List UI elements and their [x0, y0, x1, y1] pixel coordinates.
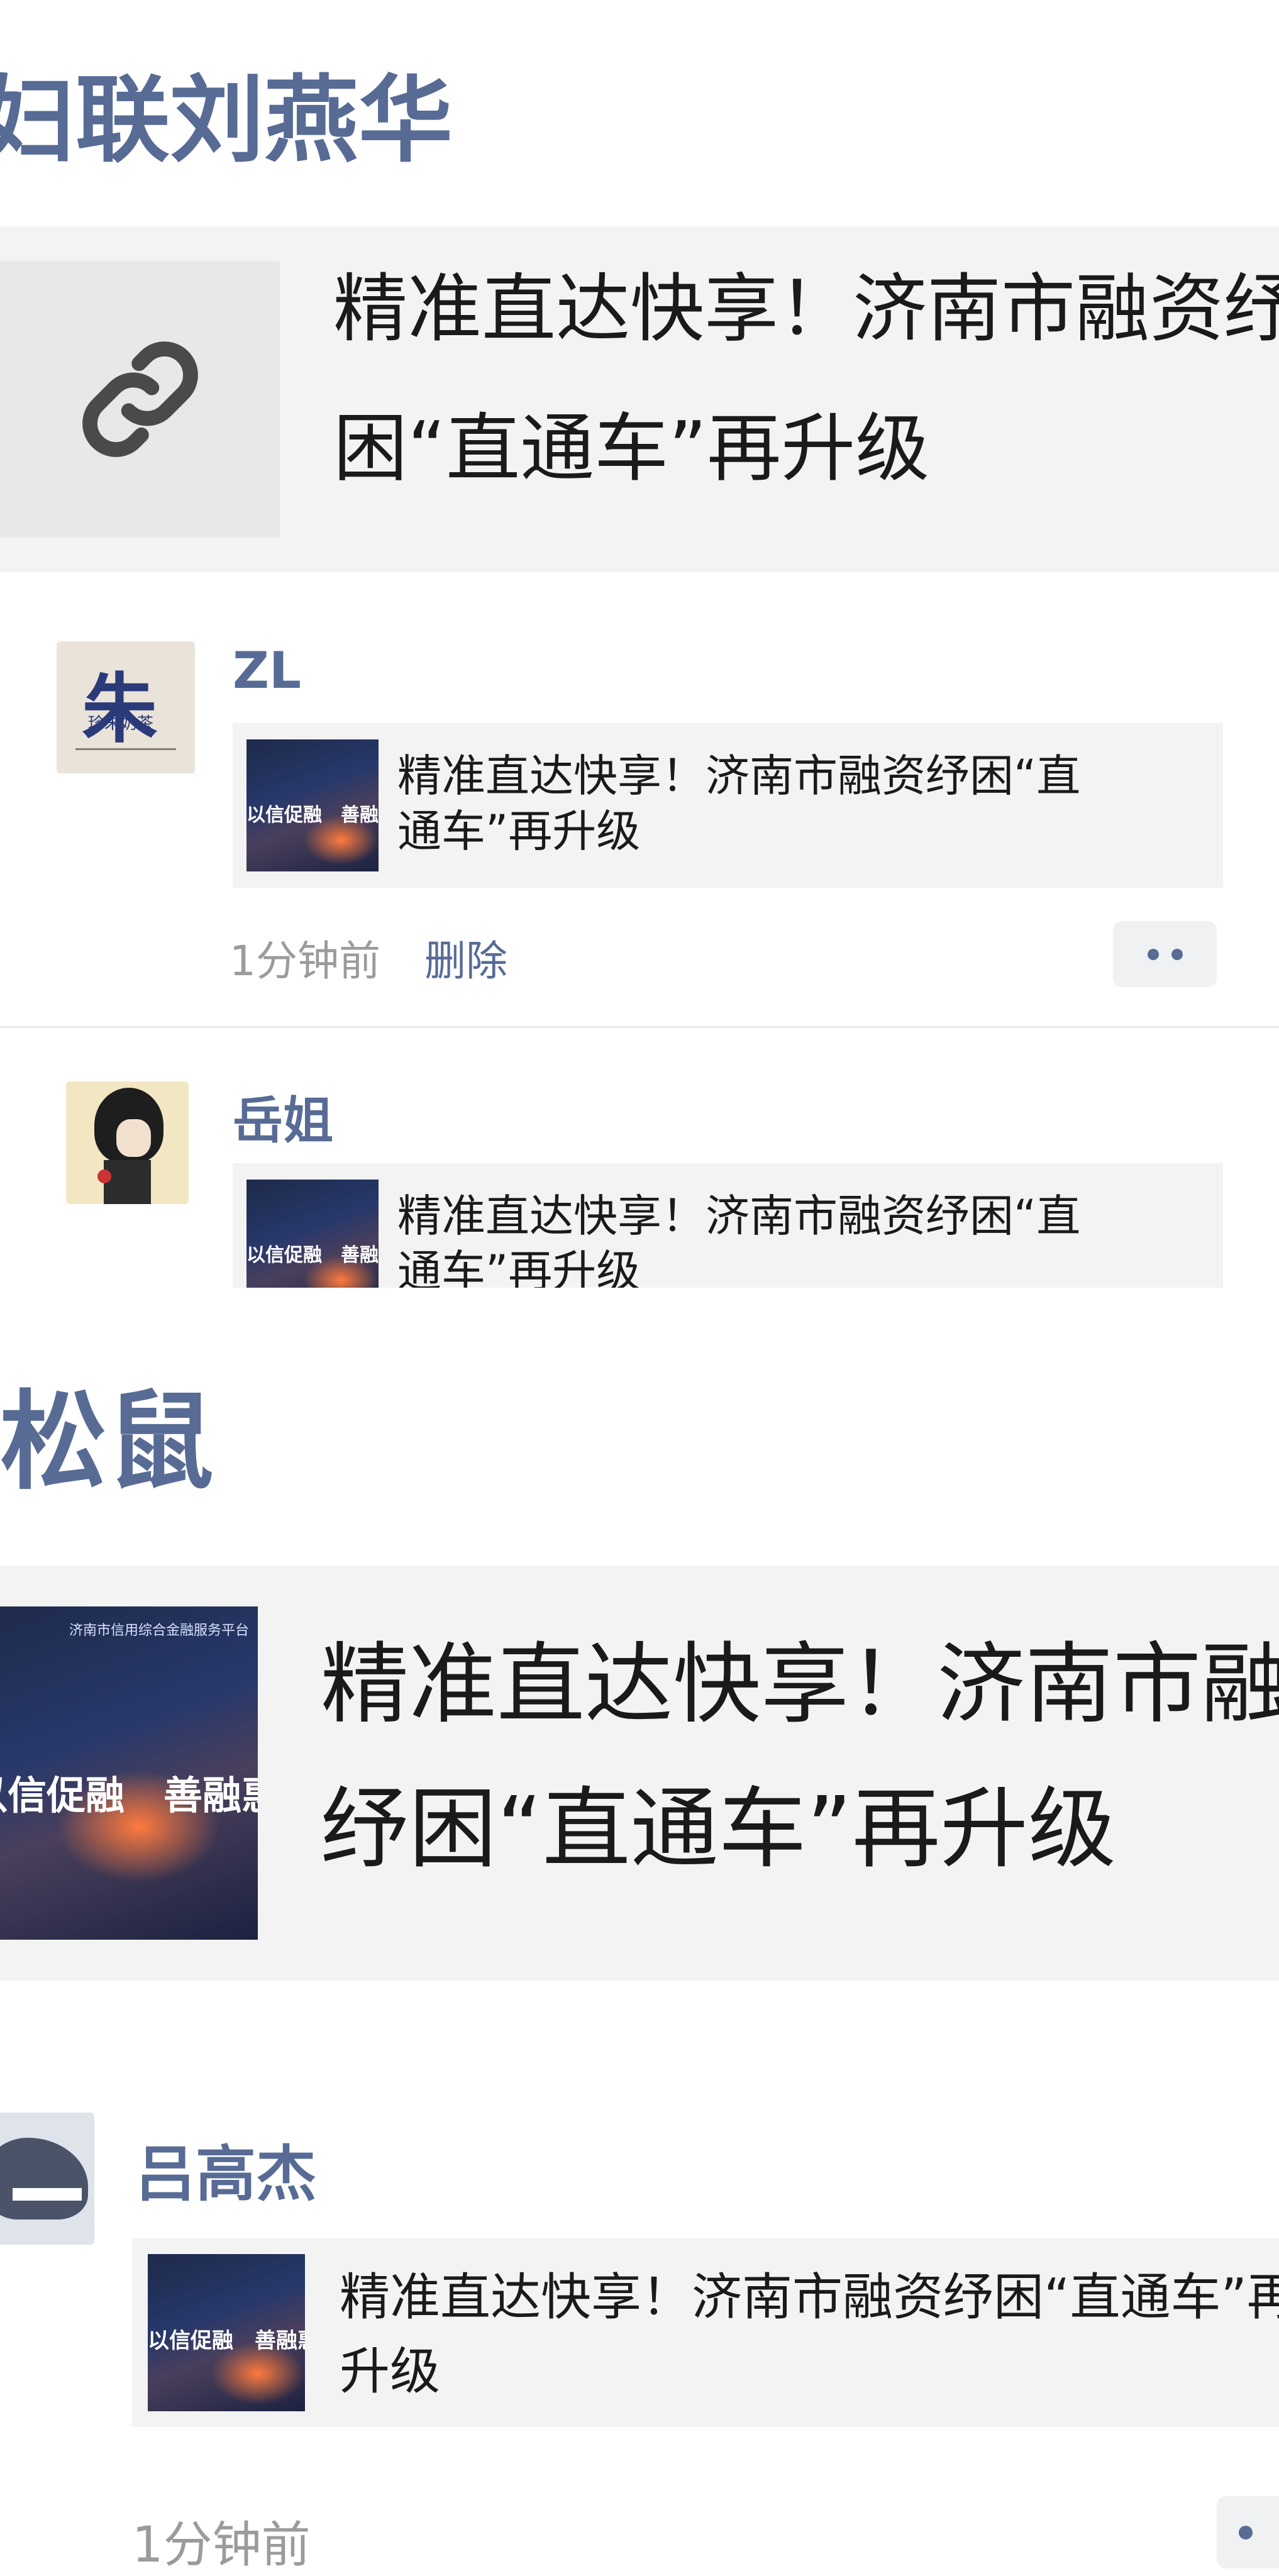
- thumbnail-caption: 以信促融 善融惠企: [0, 1772, 258, 1818]
- link-thumbnail: [0, 261, 280, 538]
- shared-card-thumbnail: 以信促融 善融惠企: [148, 2254, 305, 2411]
- shared-card-thumbnail: 以信促融 善融惠企: [246, 1180, 379, 1288]
- sender-name[interactable]: 妇联刘燕华: [0, 44, 453, 180]
- avatar-lvgaojie[interactable]: [0, 2113, 94, 2245]
- thumbnail-caption: 以信促融 善融惠企: [246, 804, 379, 826]
- thumbnail-header: 济南市信用综合金融服务平台: [69, 1623, 250, 1639]
- avatar-zl-decor: [75, 748, 176, 750]
- avatar-zl[interactable]: 朱 珍朱奶茶: [57, 641, 195, 773]
- dot-icon: [1147, 948, 1159, 960]
- comment-shared-card[interactable]: 以信促融 善融惠企 精准直达快享！济南市融资纾困“直通车”再升级: [233, 723, 1223, 888]
- comment-timestamp: 1分钟前: [230, 937, 380, 985]
- shared-link-title: 精准直达快享！济南市融资纾困“直通车”再升级: [333, 265, 1279, 492]
- comment-shared-card[interactable]: 以信促融 善融惠企 精准直达快享！济南市融资纾困“直通车”再升级: [233, 1163, 1223, 1288]
- avatar-zl-glyph: 朱: [82, 666, 157, 753]
- dot-icon: [1239, 2525, 1253, 2540]
- avatar-shark: [0, 2138, 88, 2219]
- shared-card-title: 精准直达快享！济南市融资纾困“直通车”再升级: [397, 750, 1081, 857]
- comment-author-name[interactable]: ZL: [233, 641, 301, 700]
- shared-card-thumbnail: 以信促融 善融惠企: [246, 739, 379, 871]
- thumbnail-caption: 以信促融 善融惠企: [246, 1244, 379, 1266]
- avatar-figure-face: [116, 1119, 151, 1157]
- shared-card-title: 精准直达快享！济南市融资纾困“直通车”再升级: [340, 2268, 1279, 2401]
- delete-button[interactable]: 删除: [424, 927, 507, 988]
- avatar-shark-teeth: [13, 2188, 82, 2201]
- shared-card-title: 精准直达快享！济南市融资纾困“直通车”再升级: [397, 1190, 1081, 1288]
- comment-author-name[interactable]: 吕高杰: [135, 2125, 316, 2213]
- avatar-figure-body: [104, 1160, 151, 1204]
- comment-author-name[interactable]: 岳姐: [233, 1080, 333, 1153]
- more-actions-button[interactable]: [1113, 921, 1217, 987]
- more-actions-button[interactable]: [1217, 2496, 1279, 2568]
- avatar-zl-subtext: 珍朱奶茶: [88, 714, 154, 733]
- shared-link-title: 精准直达快享！济南市融资纾困“直通车”再升级: [321, 1633, 1279, 1881]
- link-icon: [82, 341, 198, 457]
- divider: [0, 1026, 1279, 1028]
- avatar-flower: [97, 1169, 111, 1183]
- comment-timestamp: 1分钟前: [132, 2517, 311, 2573]
- shared-link-card[interactable]: 济南市信用综合金融服务平台 以信促融 善融惠企 精准直达快享！济南市融资纾困“直…: [0, 1566, 1279, 1981]
- shared-link-card[interactable]: 精准直达快享！济南市融资纾困“直通车”再升级: [0, 226, 1279, 572]
- comment-shared-card[interactable]: 以信促融 善融惠企 精准直达快享！济南市融资纾困“直通车”再升级: [132, 2238, 1279, 2427]
- sender-name[interactable]: 松鼠: [0, 1355, 214, 1510]
- avatar-yuejie[interactable]: [66, 1081, 189, 1204]
- link-thumbnail: 济南市信用综合金融服务平台 以信促融 善融惠企: [0, 1606, 258, 1940]
- dot-icon: [1171, 948, 1183, 960]
- thumbnail-caption: 以信促融 善融惠企: [148, 2328, 305, 2353]
